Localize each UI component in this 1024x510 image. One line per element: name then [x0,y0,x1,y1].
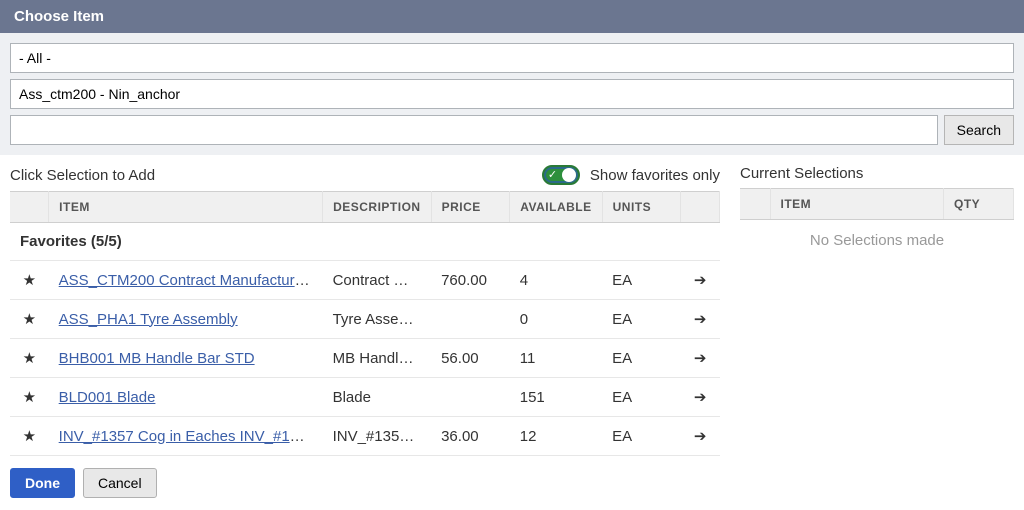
item-link[interactable]: BHB001 MB Handle Bar STD [59,350,255,367]
add-arrow-icon[interactable]: ➔ [681,417,720,456]
star-icon[interactable]: ★ [10,378,49,417]
cell-description: Tyre Asse… [323,300,432,339]
table-row: ★ INV_#1357 Cog in Eaches INV_#1357 Co… … [10,417,720,456]
right-subtitle: Current Selections [740,161,1014,188]
subcategory-dropdown[interactable] [10,79,1014,109]
col-units[interactable]: UNITS [602,192,681,223]
modal-header: Choose Item [0,0,1024,33]
cell-price: 760.00 [431,261,510,300]
col-description[interactable]: DESCRIPTION [323,192,432,223]
left-subtitle: Click Selection to Add [10,167,155,184]
star-icon[interactable]: ★ [10,417,49,456]
section-favorites: Favorites (5/5) [10,223,720,261]
item-link[interactable]: INV_#1357 Cog in Eaches INV_#1357 Co… [59,428,323,445]
cell-available: 4 [510,261,602,300]
star-icon[interactable]: ★ [10,261,49,300]
col-price[interactable]: PRICE [431,192,510,223]
cell-description: Contract … [323,261,432,300]
item-link[interactable]: BLD001 Blade [59,389,156,406]
cell-units: EA [602,417,681,456]
no-selections-message: No Selections made [740,220,1014,261]
cell-price: 56.00 [431,339,510,378]
cell-units: EA [602,378,681,417]
cell-units: EA [602,339,681,378]
col-arrow [681,192,720,223]
item-link[interactable]: ASS_PHA1 Tyre Assembly [59,311,238,328]
selections-table: ITEM QTY [740,188,1014,220]
star-icon[interactable]: ★ [10,300,49,339]
favorites-toggle[interactable]: ✓ [542,165,580,185]
cell-price: 36.00 [431,417,510,456]
add-arrow-icon[interactable]: ➔ [681,378,720,417]
cell-units: EA [602,300,681,339]
table-row: ★ ASS_PHA1 Tyre Assembly Tyre Asse… 0 EA… [10,300,720,339]
add-arrow-icon[interactable]: ➔ [681,339,720,378]
table-row: ★ BHB001 MB Handle Bar STD MB Handl… 56.… [10,339,720,378]
search-input[interactable] [10,115,938,145]
star-icon[interactable]: ★ [10,339,49,378]
item-link[interactable]: ASS_CTM200 Contract Manufactured Item [59,272,323,289]
col-star [10,192,49,223]
cell-available: 12 [510,417,602,456]
add-arrow-icon[interactable]: ➔ [681,300,720,339]
col-qty[interactable]: QTY [944,189,1014,220]
cell-available: 0 [510,300,602,339]
cell-available: 11 [510,339,602,378]
search-button[interactable]: Search [944,115,1014,145]
cell-price [431,300,510,339]
cell-description: MB Handl… [323,339,432,378]
cell-price [431,378,510,417]
items-table: ITEM DESCRIPTION PRICE AVAILABLE UNITS F… [10,191,720,456]
cancel-button[interactable]: Cancel [83,468,157,498]
col-blank [740,189,770,220]
table-row: ★ BLD001 Blade Blade 151 EA ➔ [10,378,720,417]
cell-available: 151 [510,378,602,417]
done-button[interactable]: Done [10,468,75,498]
add-arrow-icon[interactable]: ➔ [681,261,720,300]
cell-units: EA [602,261,681,300]
category-dropdown[interactable] [10,43,1014,73]
col-item[interactable]: ITEM [49,192,323,223]
modal-title: Choose Item [14,8,104,25]
col-item[interactable]: ITEM [770,189,944,220]
col-available[interactable]: AVAILABLE [510,192,602,223]
table-row: ★ ASS_CTM200 Contract Manufactured Item … [10,261,720,300]
cell-description: Blade [323,378,432,417]
cell-description: INV_#135… [323,417,432,456]
filter-bar: Search [0,33,1024,155]
footer: Done Cancel [0,456,1024,510]
favorites-toggle-label: Show favorites only [590,167,720,184]
